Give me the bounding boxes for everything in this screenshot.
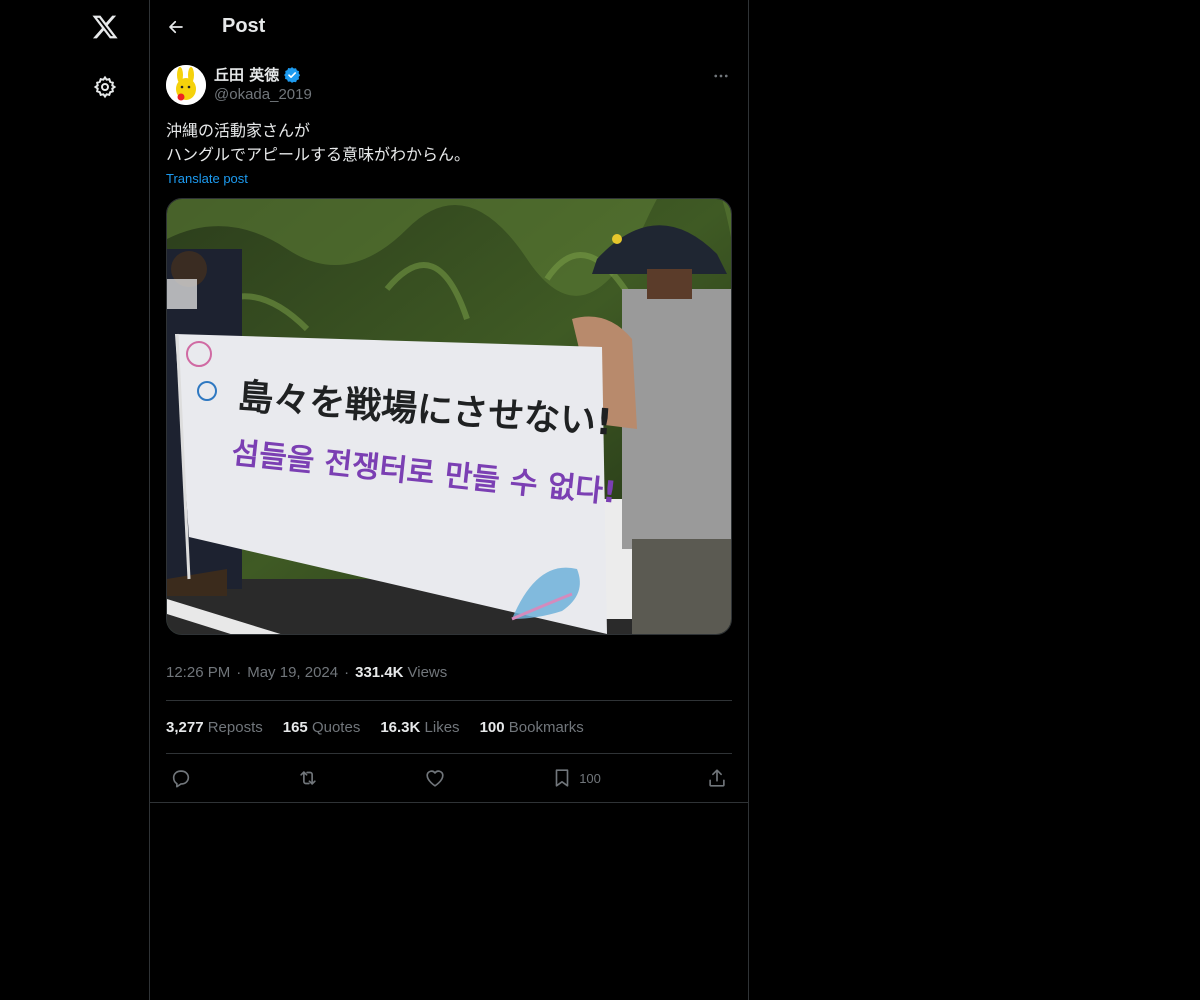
more-icon — [714, 74, 728, 78]
likes-count: 16.3K — [380, 718, 421, 736]
meta-separator: · — [236, 664, 242, 681]
share-button[interactable] — [706, 767, 728, 789]
post-media-photo[interactable]: 島々を戦場にさせない! 섬들을 전쟁터로 만들 수 없다! — [166, 198, 732, 635]
quotes-stat[interactable]: 165 Quotes — [283, 719, 361, 736]
verified-badge-icon — [284, 67, 301, 83]
reposts-count: 3,277 — [166, 718, 204, 736]
x-home-link[interactable] — [78, 0, 132, 54]
share-icon — [709, 769, 725, 787]
reply-icon — [172, 770, 190, 788]
author-meta: 丘田 英徳 @okada_2019 — [214, 65, 312, 105]
author-handle[interactable]: @okada_2019 — [214, 85, 312, 105]
post-time[interactable]: 12:26 PM — [166, 664, 230, 681]
bookmarks-stat[interactable]: 100 Bookmarks — [480, 719, 584, 736]
post-meta-row: 12:26 PM · May 19, 2024 · 331.4K Views — [166, 645, 732, 701]
meta-separator: · — [344, 664, 350, 681]
likes-stat[interactable]: 16.3K Likes — [380, 719, 459, 736]
bookmarks-label: Bookmarks — [508, 718, 584, 736]
back-button[interactable] — [166, 17, 186, 37]
more-button[interactable] — [710, 65, 732, 87]
bookmarks-count: 100 — [479, 718, 505, 736]
like-icon — [426, 770, 444, 787]
left-rail — [0, 0, 150, 1000]
main-column: Post 丘田 英徳 @okada_2019 沖縄の活動家さんが ハングルでアピ… — [150, 0, 749, 1000]
views-label: Views — [407, 664, 448, 681]
quotes-count: 165 — [282, 718, 308, 736]
repost-icon — [300, 771, 316, 785]
post-text: 沖縄の活動家さんが ハングルでアピールする意味がわからん。 — [166, 121, 471, 164]
quotes-label: Quotes — [311, 718, 361, 736]
author-row: 丘田 英徳 @okada_2019 — [166, 53, 732, 105]
bookmark-button[interactable]: 100 — [551, 767, 601, 789]
post-actions-row: 100 — [166, 754, 732, 802]
gear-icon — [93, 75, 117, 99]
avatar-mascot-image — [166, 65, 206, 105]
reposts-stat[interactable]: 3,277 Reposts — [166, 719, 263, 736]
protest-banner-photo: 島々を戦場にさせない! 섬들을 전쟁터로 만들 수 없다! — [167, 199, 731, 634]
page-title: Post — [222, 15, 266, 37]
avatar[interactable] — [166, 65, 206, 105]
post-stats-row: 3,277 Reposts 165 Quotes 16.3K Likes 100… — [166, 701, 732, 754]
post-date[interactable]: May 19, 2024 — [247, 664, 338, 681]
reply-button[interactable] — [170, 767, 192, 789]
x-logo-icon — [92, 15, 118, 39]
post-detail: 丘田 英徳 @okada_2019 沖縄の活動家さんが ハングルでアピールする意… — [150, 53, 748, 803]
bookmark-icon — [555, 769, 569, 787]
translate-post-link[interactable]: Translate post — [166, 171, 248, 186]
like-button[interactable] — [424, 767, 446, 789]
reposts-label: Reposts — [207, 718, 263, 736]
bookmark-count: 100 — [579, 770, 601, 786]
views-count: 331.4K — [355, 664, 404, 681]
display-name-row: 丘田 英徳 — [214, 65, 312, 85]
display-name[interactable]: 丘田 英徳 — [214, 65, 279, 85]
post-header: Post — [150, 0, 748, 53]
back-arrow-icon — [169, 20, 183, 33]
likes-label: Likes — [424, 718, 460, 736]
repost-button[interactable] — [297, 767, 319, 789]
settings-button[interactable] — [78, 60, 132, 114]
